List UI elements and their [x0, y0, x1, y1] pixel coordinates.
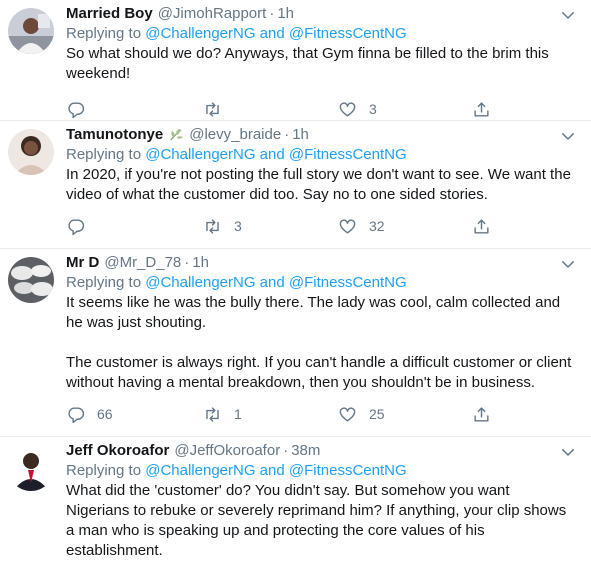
tweet-paragraph: The customer is always right. If you can…: [66, 354, 572, 391]
avatar-married-boy-image: [8, 8, 54, 54]
tweet[interactable]: Mr D @Mr_D_78 · 1h Replying to @Challeng…: [0, 249, 591, 437]
replying-to-label: Replying to: [66, 25, 142, 42]
reply-icon: [68, 218, 85, 235]
reply-icon: [68, 406, 85, 423]
timestamp[interactable]: 1h: [277, 4, 294, 24]
author-name[interactable]: Married Boy: [66, 4, 153, 24]
tweet-text: It seems like he was the bully there. Th…: [66, 293, 577, 393]
tweet-paragraph: In 2020, if you're not posting the full …: [66, 166, 571, 203]
tweet-paragraph: It seems like he was the bully there. Th…: [66, 294, 561, 331]
like-button[interactable]: 32: [338, 209, 385, 243]
chevron-down-icon[interactable]: [559, 6, 577, 24]
tweet-text: What did the 'customer' do? You didn't s…: [66, 481, 577, 561]
chevron-down-icon[interactable]: [559, 255, 577, 273]
separator-dot: ·: [269, 5, 275, 22]
reply-count: 66: [97, 406, 113, 422]
replying-to: Replying to @ChallengerNG and @FitnessCe…: [66, 273, 577, 293]
heart-icon: [339, 101, 356, 117]
replying-to-label: Replying to: [66, 274, 142, 291]
replying-to: Replying to @ChallengerNG and @FitnessCe…: [66, 461, 577, 481]
avatar[interactable]: [8, 8, 54, 54]
mention-link[interactable]: @ChallengerNG: [145, 274, 255, 291]
separator-dot: ·: [283, 442, 289, 459]
mention-link[interactable]: @FitnessCentNG: [289, 462, 407, 479]
avatar[interactable]: [8, 445, 54, 491]
replying-to-label: Replying to: [66, 462, 142, 479]
tweet-paragraph: What did the 'customer' do? You didn't s…: [66, 482, 567, 559]
mention-link[interactable]: @ChallengerNG: [145, 146, 255, 163]
like-count: 25: [369, 406, 385, 422]
timestamp[interactable]: 1h: [192, 253, 209, 273]
mention-link[interactable]: @FitnessCentNG: [289, 146, 407, 163]
mention-link[interactable]: @ChallengerNG: [145, 25, 255, 42]
mention-joiner: and: [259, 25, 285, 42]
retweet-icon: [206, 218, 219, 234]
share-icon: [474, 218, 489, 234]
retweet-button[interactable]: 1: [203, 397, 242, 431]
heart-icon: [339, 218, 356, 234]
tweet-text: So what should we do? Anyways, that Gym …: [66, 44, 577, 84]
author-handle[interactable]: @Mr_D_78: [104, 253, 181, 273]
tweet-actions: 66 1 25: [66, 397, 577, 431]
avatar[interactable]: [8, 129, 54, 175]
avatar-jeff-okoroafor-image: [8, 445, 54, 491]
like-count: 3: [369, 101, 377, 117]
mention-joiner: and: [259, 462, 285, 479]
retweet-count: 3: [234, 218, 242, 234]
retweet-icon: [206, 406, 219, 422]
chevron-down-icon[interactable]: [559, 127, 577, 145]
replying-to-label: Replying to: [66, 146, 142, 163]
tweet-actions: 3 32: [66, 209, 577, 243]
tweet[interactable]: Tamunotonye @levy_braide · 1h Replying t…: [0, 121, 591, 249]
timestamp[interactable]: 1h: [292, 125, 309, 145]
author-handle[interactable]: @JeffOkoroafor: [174, 441, 280, 461]
tweet-paragraph: So what should we do? Anyways, that Gym …: [66, 45, 549, 82]
avatar-mr-d-image: [8, 257, 54, 303]
like-count: 32: [369, 218, 385, 234]
replying-to: Replying to @ChallengerNG and @FitnessCe…: [66, 24, 577, 44]
avatar[interactable]: [8, 257, 54, 303]
mention-link[interactable]: @ChallengerNG: [145, 462, 255, 479]
heart-icon: [339, 406, 356, 422]
author-handle[interactable]: @levy_braide: [189, 125, 281, 145]
retweet-button[interactable]: 3: [203, 209, 242, 243]
mention-link[interactable]: @FitnessCentNG: [289, 274, 407, 291]
mention-joiner: and: [259, 274, 285, 291]
mention-link[interactable]: @FitnessCentNG: [289, 25, 407, 42]
replying-to: Replying to @ChallengerNG and @FitnessCe…: [66, 145, 577, 165]
separator-dot: ·: [184, 254, 190, 271]
separator-dot: ·: [284, 126, 290, 143]
tweet[interactable]: Jeff Okoroafor @JeffOkoroafor · 38m Repl…: [0, 437, 591, 578]
retweet-count: 1: [234, 406, 242, 422]
chevron-down-icon[interactable]: [559, 443, 577, 461]
leaf-icon: [170, 129, 184, 141]
share-button[interactable]: [472, 209, 491, 243]
share-button[interactable]: [472, 397, 491, 431]
reply-icon: [68, 101, 85, 118]
timestamp[interactable]: 38m: [291, 441, 320, 461]
author-name[interactable]: Mr D: [66, 253, 99, 273]
tweet[interactable]: Married Boy @JimohRapport · 1h Replying …: [0, 0, 591, 121]
tweet-text: In 2020, if you're not posting the full …: [66, 165, 577, 205]
avatar-tamunotonye-image: [8, 129, 54, 175]
share-icon: [474, 406, 489, 422]
share-icon: [474, 101, 489, 117]
mention-joiner: and: [259, 146, 285, 163]
like-button[interactable]: 25: [338, 397, 385, 431]
author-handle[interactable]: @JimohRapport: [158, 4, 267, 24]
retweet-icon: [206, 101, 219, 117]
author-name[interactable]: Jeff Okoroafor: [66, 441, 169, 461]
author-name[interactable]: Tamunotonye: [66, 125, 163, 145]
reply-button[interactable]: 66: [66, 397, 113, 431]
reply-button[interactable]: [66, 209, 97, 243]
